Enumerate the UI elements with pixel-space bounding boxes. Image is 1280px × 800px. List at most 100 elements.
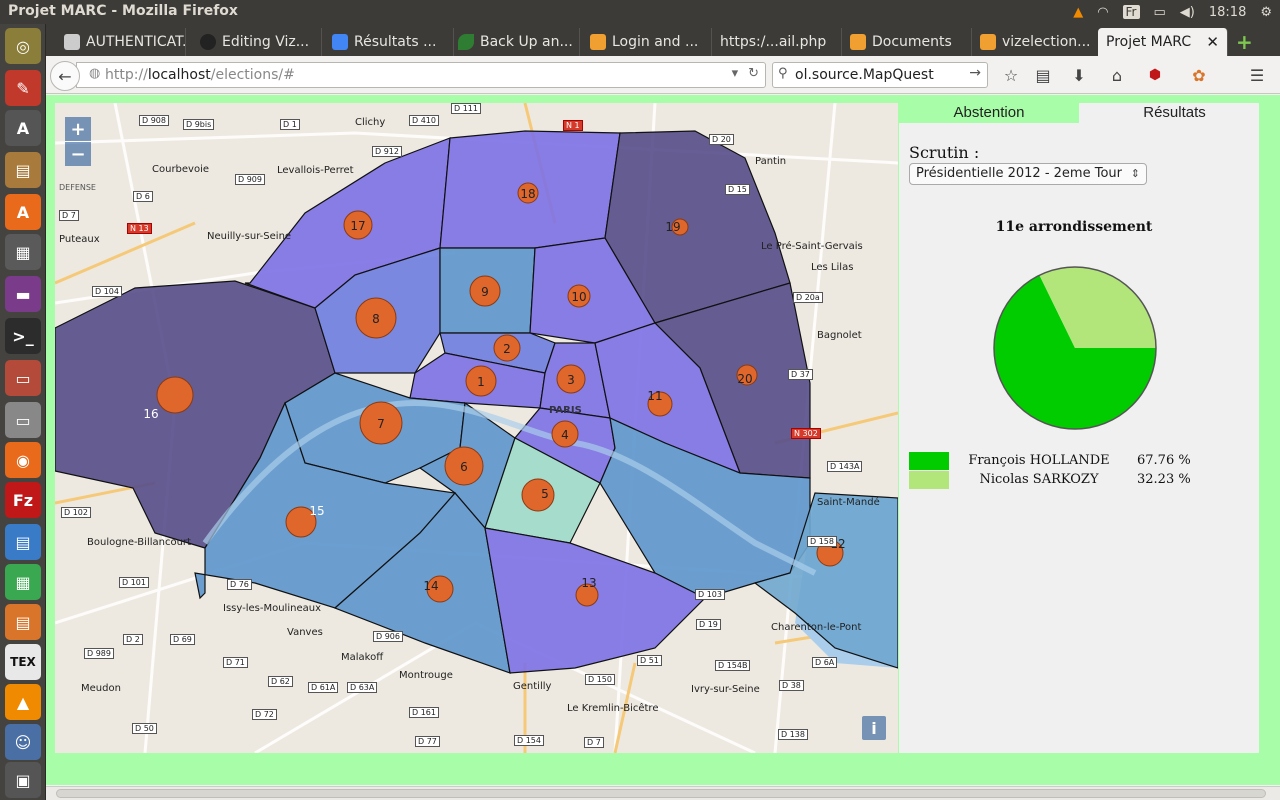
game-icon[interactable]: ☺ — [5, 724, 41, 760]
place-label: Vanves — [287, 627, 323, 638]
calc-icon[interactable]: ▦ — [5, 564, 41, 600]
download-icon[interactable]: ⬇ — [1066, 62, 1092, 88]
search-go-icon[interactable]: → — [969, 65, 981, 81]
tab-editing-viz[interactable]: Editing Viz... — [192, 28, 322, 56]
tex-icon[interactable]: TEX — [5, 644, 41, 680]
road-label: D 72 — [252, 709, 277, 720]
files-icon[interactable]: ▭ — [5, 360, 41, 396]
tab-vizelection[interactable]: vizelection... — [972, 28, 1102, 56]
legend-swatch — [909, 471, 949, 489]
tab-abstention[interactable]: Abstention — [899, 103, 1079, 123]
volume-icon[interactable]: ◀) — [1180, 5, 1195, 20]
zoom-out-button[interactable]: − — [65, 142, 91, 166]
marker-16 — [156, 376, 194, 414]
tab-projet-marc[interactable]: Projet MARC ✕ — [1098, 28, 1228, 56]
url-bar[interactable]: ◍ http://localhost/elections/# ▾ ↻ — [76, 62, 766, 88]
writer-icon[interactable]: ▤ — [5, 524, 41, 560]
place-label: Meudon — [81, 683, 121, 694]
arr-number-8: 8 — [372, 312, 380, 326]
road-label: D 161 — [409, 707, 439, 718]
github-icon — [200, 34, 216, 50]
settings-tool-icon[interactable]: ✎ — [5, 70, 41, 106]
place-label: Charenton-le-Pont — [771, 622, 862, 633]
vlc-icon[interactable]: ▲ — [1073, 5, 1083, 20]
dash-icon[interactable]: ◎ — [5, 28, 41, 64]
software-center-icon[interactable]: A — [5, 194, 41, 230]
url-prefix: http:// — [105, 67, 148, 83]
place-label: Neuilly-sur-Seine — [207, 231, 292, 242]
road-label: D 143A — [827, 461, 863, 472]
road-label: D 7 — [584, 737, 604, 748]
keyboard-layout-indicator[interactable]: Fr — [1122, 5, 1140, 19]
place-label: Saint-Mandé — [817, 497, 880, 508]
place-label: Gentilly — [513, 681, 552, 692]
place-label: Le Pré-Saint-Gervais — [761, 241, 863, 252]
new-tab-icon[interactable]: + — [1236, 30, 1253, 54]
tab-label: Projet MARC — [1106, 34, 1192, 50]
search-value: ol.source.MapQuest — [795, 67, 934, 83]
menu-icon[interactable]: ☰ — [1244, 62, 1270, 88]
tab-backup[interactable]: Back Up an... — [450, 28, 580, 56]
reading-list-icon[interactable]: ▤ — [1030, 62, 1056, 88]
firefox-window: AUTHENTICAT... Editing Viz... Résultats … — [46, 24, 1280, 800]
tab-documents[interactable]: Documents — [842, 28, 972, 56]
tab-resultats[interactable]: Résultats ... — [324, 28, 454, 56]
trash-icon[interactable]: ▣ — [5, 762, 41, 798]
arr-number-13: 13 — [581, 576, 596, 590]
road-label: D 989 — [84, 648, 114, 659]
place-label: Les Lilas — [811, 262, 854, 273]
road-label: D 6 — [133, 191, 153, 202]
bookmark-star-icon[interactable]: ☆ — [998, 62, 1024, 88]
drive-icon[interactable]: ▭ — [5, 402, 41, 438]
dropdown-arrow-icon[interactable]: ▾ — [732, 66, 739, 81]
scrutin-select[interactable]: Présidentielle 2012 - 2eme Tour ⇕ — [909, 163, 1147, 185]
place-label: Puteaux — [59, 234, 100, 245]
tab-label: Back Up an... — [480, 34, 573, 50]
reload-icon[interactable]: ↻ — [748, 66, 759, 81]
wifi-icon[interactable]: ◠ — [1097, 5, 1108, 20]
arrondissement-title: 11e arrondissement — [995, 219, 1153, 235]
arr-number-7: 7 — [377, 417, 385, 431]
google-icon — [332, 34, 348, 50]
tab-mail[interactable]: https:/...ail.php — [712, 28, 842, 56]
back-arrow-icon[interactable]: ← — [50, 61, 80, 91]
candidate-percent: 32.23 % — [1137, 472, 1191, 487]
road-label: D 154B — [715, 660, 751, 671]
software-updater-icon[interactable]: A — [5, 110, 41, 146]
map-canvas[interactable]: 1 2 3 4 5 6 7 8 9 10 11 12 13 14 15 16 1 — [55, 103, 898, 753]
place-label: Issy-les-Moulineaux — [223, 603, 321, 614]
vlc-launcher-icon[interactable]: ▲ — [5, 684, 41, 720]
scrutin-label: Scrutin : — [909, 143, 980, 162]
tab-login[interactable]: Login and ... — [582, 28, 712, 56]
road-label: D 101 — [119, 577, 149, 588]
terminal-icon[interactable]: >_ — [5, 318, 41, 354]
horizontal-scrollbar[interactable] — [46, 786, 1280, 800]
map-view[interactable]: 1 2 3 4 5 6 7 8 9 10 11 12 13 14 15 16 1 — [55, 103, 898, 753]
home-icon[interactable]: ⌂ — [1104, 62, 1130, 88]
media-icon[interactable]: ▬ — [5, 276, 41, 312]
road-label: D 104 — [92, 286, 122, 297]
workspace-icon[interactable]: ▦ — [5, 234, 41, 270]
search-input[interactable]: ⚲ ol.source.MapQuest → — [772, 62, 988, 88]
tab-authenticat[interactable]: AUTHENTICAT... — [56, 28, 186, 56]
gear-icon[interactable]: ⚙ — [1260, 5, 1272, 20]
road-label: D 103 — [695, 589, 725, 600]
battery-icon[interactable]: ▭ — [1154, 5, 1166, 20]
zoom-in-button[interactable]: + — [65, 117, 91, 141]
filezilla-icon[interactable]: Fz — [5, 482, 41, 518]
road-label: D 1 — [280, 119, 300, 130]
close-icon[interactable]: ✕ — [1206, 33, 1219, 51]
archive-icon[interactable]: ▤ — [5, 152, 41, 188]
tab-resultats[interactable]: Résultats — [1090, 103, 1259, 123]
navigation-toolbar: ◍ http://localhost/elections/# ▾ ↻ ← ⚲ o… — [46, 56, 1280, 94]
firefox-icon[interactable]: ◉ — [5, 442, 41, 478]
clock[interactable]: 18:18 — [1209, 5, 1246, 20]
impress-icon[interactable]: ▤ — [5, 604, 41, 640]
arr-number-1: 1 — [477, 375, 485, 389]
adblock-icon[interactable]: ⬢ — [1142, 62, 1168, 88]
place-label: Clichy — [355, 117, 386, 128]
road-label: D 77 — [415, 736, 440, 747]
scrollbar-thumb[interactable] — [56, 789, 1266, 798]
addon-icon[interactable]: ✿ — [1186, 62, 1212, 88]
attribution-info-button[interactable]: i — [862, 716, 886, 740]
